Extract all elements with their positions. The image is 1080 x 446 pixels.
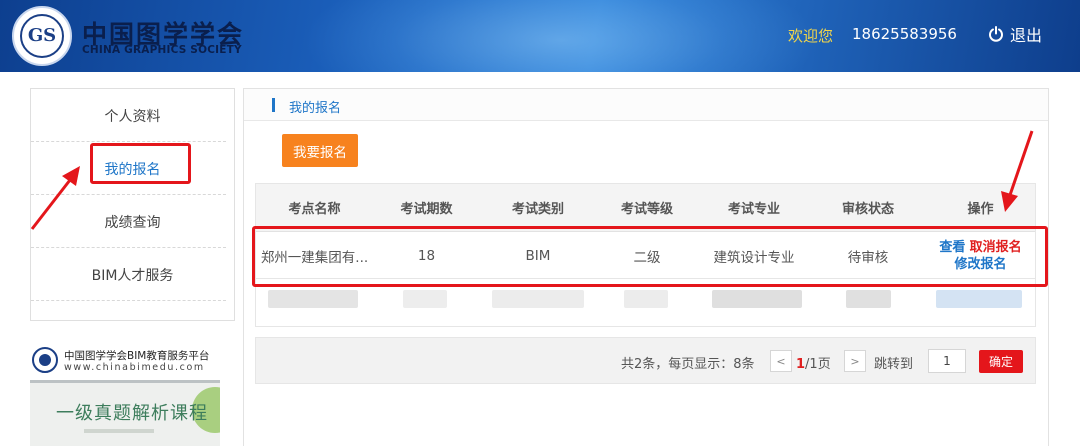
- redacted-block: [268, 290, 358, 308]
- logo-mark: GS: [27, 25, 57, 46]
- platform-name: 中国图学学会BIM教育服务平台: [64, 350, 210, 362]
- prev-page-button[interactable]: <: [770, 350, 792, 372]
- redacted-block: [846, 290, 891, 308]
- confirm-jump-button[interactable]: 确定: [979, 350, 1023, 373]
- platform-url: www.chinabimedu.com: [64, 362, 205, 373]
- col-header-period: 考试期数: [400, 202, 453, 217]
- new-registration-button[interactable]: 我要报名: [282, 134, 358, 167]
- next-page-button[interactable]: >: [844, 350, 866, 372]
- power-icon: [989, 26, 1003, 42]
- col-header-actions: 操作: [967, 202, 994, 217]
- col-header-level: 考试等级: [620, 202, 673, 217]
- redacted-block: [624, 290, 668, 308]
- total-pages: /1页: [805, 357, 831, 372]
- pagination-summary: 共2条，每页显示：8条: [621, 357, 755, 372]
- sidebar-item-bim-talent[interactable]: BIM人才服务: [31, 248, 234, 301]
- logout-button[interactable]: 退出: [988, 23, 1042, 45]
- promo-banner[interactable]: 中国图学学会BIM教育服务平台 www.chinabimedu.com 一级真题…: [30, 342, 220, 446]
- jump-page-input[interactable]: 1: [928, 349, 966, 373]
- course-title: 一级真题解析课程: [56, 403, 208, 424]
- page-indicator: 1/1页: [796, 353, 831, 372]
- table-header: 考点名称 考试期数 考试类别 考试等级 考试专业 审核状态 操作: [256, 184, 1035, 232]
- sidebar-menu: 个人资料 我的报名 成绩查询 BIM人才服务: [30, 88, 235, 321]
- sidebar-item-label: BIM人才服务: [91, 267, 174, 284]
- breadcrumb-marker: [272, 98, 275, 112]
- redacted-block: [936, 290, 1022, 308]
- society-logo: GS: [12, 6, 72, 66]
- breadcrumb-title: 我的报名: [289, 101, 342, 116]
- welcome-text: 欢迎您: [788, 27, 834, 45]
- divider: [31, 300, 226, 301]
- breadcrumb: 我的报名: [244, 89, 1048, 121]
- sidebar-item-scores[interactable]: 成绩查询: [31, 195, 234, 248]
- jump-label: 跳转到: [874, 357, 914, 372]
- redacted-block: [403, 290, 447, 308]
- redacted-block: [712, 290, 802, 308]
- highlight-box-row: [252, 226, 1048, 287]
- course-card[interactable]: 一级真题解析课程: [30, 380, 220, 446]
- top-header: GS 中国图学学会 CHINA GRAPHICS SOCIETY 欢迎您 186…: [0, 0, 1080, 72]
- logout-label: 退出: [1010, 26, 1043, 45]
- col-header-category: 考试类别: [511, 202, 564, 217]
- platform-logo-icon: [32, 347, 58, 373]
- current-page: 1: [796, 357, 806, 372]
- logo-title-en: CHINA GRAPHICS SOCIETY: [82, 44, 242, 56]
- promo-header: 中国图学学会BIM教育服务平台 www.chinabimedu.com: [30, 342, 220, 378]
- sidebar-item-label: 成绩查询: [104, 214, 161, 231]
- col-header-major: 考试专业: [727, 202, 780, 217]
- course-subtitle-bar: [84, 429, 154, 433]
- col-header-status: 审核状态: [841, 202, 894, 217]
- user-phone: 18625583956: [852, 25, 957, 43]
- pagination-bar: 共2条，每页显示：8条 < 1/1页 > 跳转到 1 确定: [255, 337, 1036, 384]
- col-header-site: 考点名称: [288, 202, 341, 217]
- sidebar-item-label: 个人资料: [104, 108, 161, 125]
- header-glow: [300, 0, 820, 72]
- highlight-box-sidebar: [90, 143, 191, 184]
- sidebar-item-profile[interactable]: 个人资料: [31, 89, 234, 142]
- redacted-block: [492, 290, 584, 308]
